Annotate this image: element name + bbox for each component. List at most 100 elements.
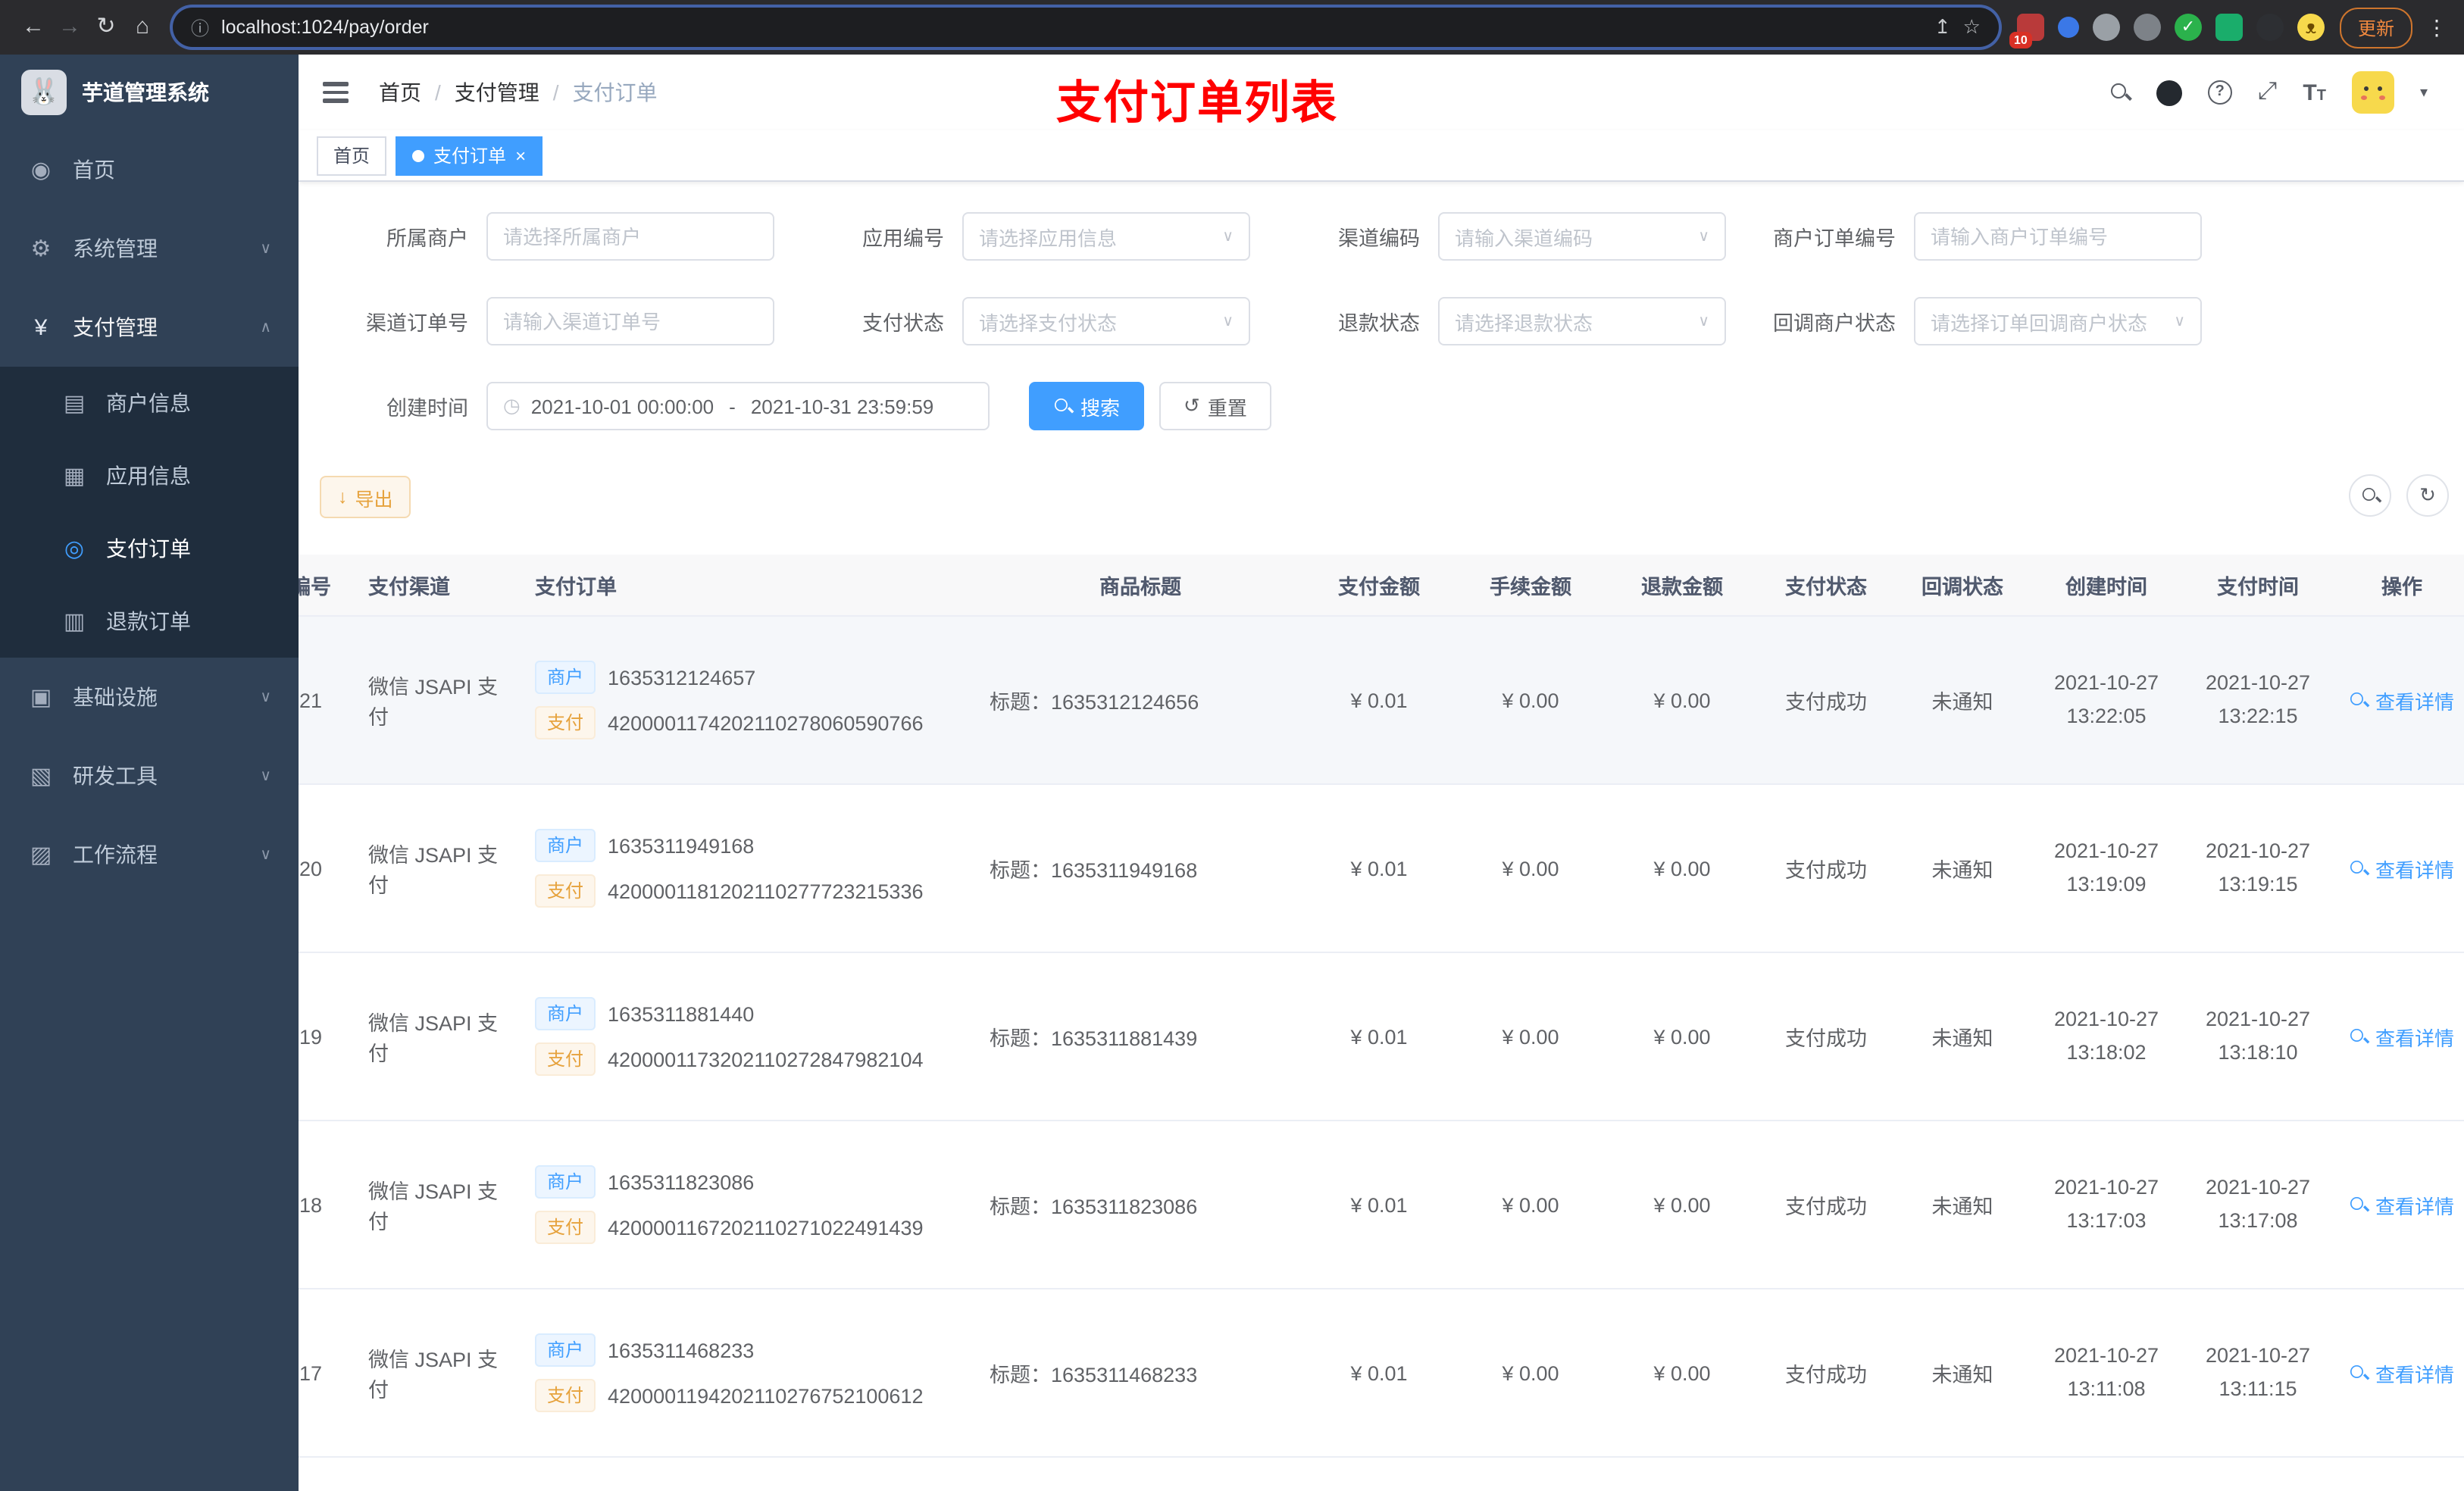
refund-status-select[interactable]: 请选择退款状态 ∨: [1438, 297, 1726, 345]
export-button[interactable]: ↓ 导出: [320, 476, 411, 518]
sidebar-item-label: 商户信息: [106, 391, 191, 415]
extension-icon-7[interactable]: [2256, 14, 2284, 41]
cell-refund-amount: ¥ 0.00: [1653, 1193, 1711, 1216]
share-icon[interactable]: ↥: [1934, 15, 1951, 39]
font-size-icon[interactable]: TT: [2303, 80, 2326, 105]
sidebar-item-merchant-info[interactable]: ▤ 商户信息: [0, 367, 299, 439]
cell-create-time: [2031, 1458, 2182, 1491]
sidebar-item-infra[interactable]: ▣ 基础设施 ∨: [0, 658, 299, 736]
github-icon[interactable]: [2156, 80, 2182, 105]
browser-back-button[interactable]: ←: [15, 0, 52, 55]
notify-status-select[interactable]: 请选择订单回调商户状态 ∨: [1914, 297, 2202, 345]
merchant-tag: 商户: [535, 661, 596, 694]
search-button[interactable]: 搜索: [1029, 382, 1145, 430]
view-detail-link[interactable]: 查看详情: [2350, 854, 2454, 883]
browser-forward-button[interactable]: →: [52, 0, 88, 55]
site-info-icon[interactable]: ⓘ: [191, 14, 209, 40]
date-range-input[interactable]: ◷ 2021-10-01 00:00:00 - 2021-10-31 23:59…: [486, 382, 990, 430]
channel-code-select[interactable]: 请输入渠道编码 ∨: [1438, 212, 1726, 261]
field-label: 退款状态: [1338, 312, 1420, 335]
cell-order: 商户1635311157264: [523, 1458, 977, 1491]
sidebar-item-app-info[interactable]: ▦ 应用信息: [0, 439, 299, 512]
search-icon[interactable]: [2110, 83, 2131, 102]
sidebar-item-label: 系统管理: [73, 236, 158, 261]
extension-icon-1[interactable]: 10: [2009, 14, 2044, 48]
browser-home-button[interactable]: ⌂: [124, 0, 161, 55]
chevron-down-icon[interactable]: ▾: [2420, 84, 2428, 101]
browser-update-button[interactable]: 更新: [2339, 7, 2412, 48]
view-detail-link[interactable]: 查看详情: [2350, 1022, 2454, 1051]
header-pay-amount: 支付金额: [1338, 576, 1420, 599]
date-end-value: 2021-10-31 23:59:59: [750, 395, 934, 417]
filter-notify-status: 回调商户状态 请选择订单回调商户状态 ∨: [1747, 297, 2202, 345]
channel-order-no-input[interactable]: [486, 297, 774, 345]
user-avatar[interactable]: [2351, 71, 2394, 114]
sidebar-item-workflow[interactable]: ▨ 工作流程 ∨: [0, 815, 299, 894]
extension-icon-3[interactable]: [2092, 14, 2120, 41]
sidebar-item-refund-order[interactable]: ▥ 退款订单: [0, 585, 299, 658]
magnifier-icon: [2350, 1196, 2368, 1213]
pay-tag: 支付: [535, 706, 596, 739]
tools-icon: ▧: [30, 764, 52, 789]
help-icon[interactable]: ?: [2207, 80, 2232, 105]
sidebar-item-payment[interactable]: ¥ 支付管理 ∧: [0, 288, 299, 367]
extension-icon-2[interactable]: [2057, 17, 2079, 38]
merchant-input[interactable]: [486, 212, 774, 261]
sidebar-item-label: 工作流程: [73, 842, 158, 867]
field-label: 回调商户状态: [1773, 312, 1896, 335]
refresh-table-button[interactable]: ↻: [2406, 474, 2449, 517]
browser-reload-button[interactable]: ↻: [88, 0, 124, 55]
orders-table-inner: 编号 支付渠道 支付订单 商品标题 支付金额 手续金额 退款金额 支付状态 回调…: [299, 555, 2464, 1491]
browser-chrome: ← → ↻ ⌂ ⓘ localhost:1024/pay/order ↥ ☆ 1…: [0, 0, 2464, 55]
sidebar-item-home[interactable]: ◉ 首页: [0, 130, 299, 209]
toggle-search-button[interactable]: [2349, 474, 2391, 517]
cell-refund-amount: ¥ 0.00: [1653, 1361, 1711, 1384]
sidebar-toggle-icon[interactable]: [320, 77, 352, 108]
close-icon[interactable]: ×: [515, 146, 526, 164]
bookmark-star-icon[interactable]: ☆: [1963, 15, 1981, 39]
view-detail-link[interactable]: 查看详情: [2350, 1358, 2454, 1387]
url-text: localhost:1024/pay/order: [221, 17, 429, 38]
cell-id: 21: [299, 689, 323, 711]
reset-button[interactable]: ↺ 重置: [1159, 382, 1271, 430]
cell-channel: 微信 JSAPI 支付: [368, 676, 499, 729]
view-detail-link[interactable]: 查看详情: [2350, 1190, 2454, 1219]
view-detail-link[interactable]: 查看详情: [2350, 686, 2454, 714]
breadcrumb: 首页 / 支付管理 / 支付订单: [379, 77, 658, 108]
filter-row-2: 渠道订单号 支付状态 请选择支付状态 ∨ 退款状态: [320, 297, 2464, 345]
yen-icon: ¥: [34, 314, 48, 340]
breadcrumb-home[interactable]: 首页: [379, 77, 421, 108]
sidebar-logo[interactable]: 🐰 芋道管理系统: [0, 55, 299, 130]
filter-merchant: 所属商户: [320, 212, 774, 261]
sidebar-item-pay-order[interactable]: ◎ 支付订单: [0, 512, 299, 585]
cell-pay-amount: ¥ 0.01: [1350, 1025, 1408, 1048]
chevron-down-icon: ∨: [1698, 313, 1709, 330]
extension-icon-8[interactable]: ᴥ: [2297, 14, 2325, 41]
cell-id: 19: [299, 1025, 323, 1048]
app-id-select[interactable]: 请选择应用信息 ∨: [962, 212, 1250, 261]
cell-actions: 查看详情: [2334, 953, 2464, 1120]
cell-actions: 查看详情: [2334, 1121, 2464, 1288]
merchant-order-line: 商户 1635312124657: [535, 661, 755, 694]
filter-channel-code: 渠道编码 请输入渠道编码 ∨: [1271, 212, 1726, 261]
browser-menu-icon[interactable]: ⋮: [2425, 14, 2449, 40]
extension-icon-5[interactable]: ✓: [2174, 14, 2202, 41]
pay-status-select[interactable]: 请选择支付状态 ∨: [962, 297, 1250, 345]
extension-icon-6[interactable]: [2215, 14, 2243, 41]
fullscreen-icon[interactable]: ⤢: [2258, 80, 2278, 105]
search-icon: [1054, 397, 1071, 414]
sidebar-item-system[interactable]: ⚙ 系统管理 ∨: [0, 209, 299, 288]
field-label: 应用编号: [862, 227, 944, 250]
merchant-order-no-input[interactable]: [1914, 212, 2202, 261]
merchant-order-line: 商户 1635311468233: [535, 1333, 754, 1367]
date-start-value: 2021-10-01 00:00:00: [530, 395, 714, 417]
tab-home[interactable]: 首页: [317, 136, 387, 175]
url-bar[interactable]: ⓘ localhost:1024/pay/order ↥ ☆: [173, 8, 1999, 47]
tab-pay-order[interactable]: 支付订单 ×: [396, 136, 543, 175]
select-placeholder: 请输入渠道编码: [1455, 227, 1593, 249]
breadcrumb-payment[interactable]: 支付管理: [455, 77, 539, 108]
sidebar-item-devtools[interactable]: ▧ 研发工具 ∨: [0, 736, 299, 815]
table-row: 21 微信 JSAPI 支付 商户 1635312124657 支付 4200001…: [299, 617, 2464, 785]
magnifier-icon: [2350, 859, 2368, 877]
extension-icon-4[interactable]: [2133, 14, 2161, 41]
